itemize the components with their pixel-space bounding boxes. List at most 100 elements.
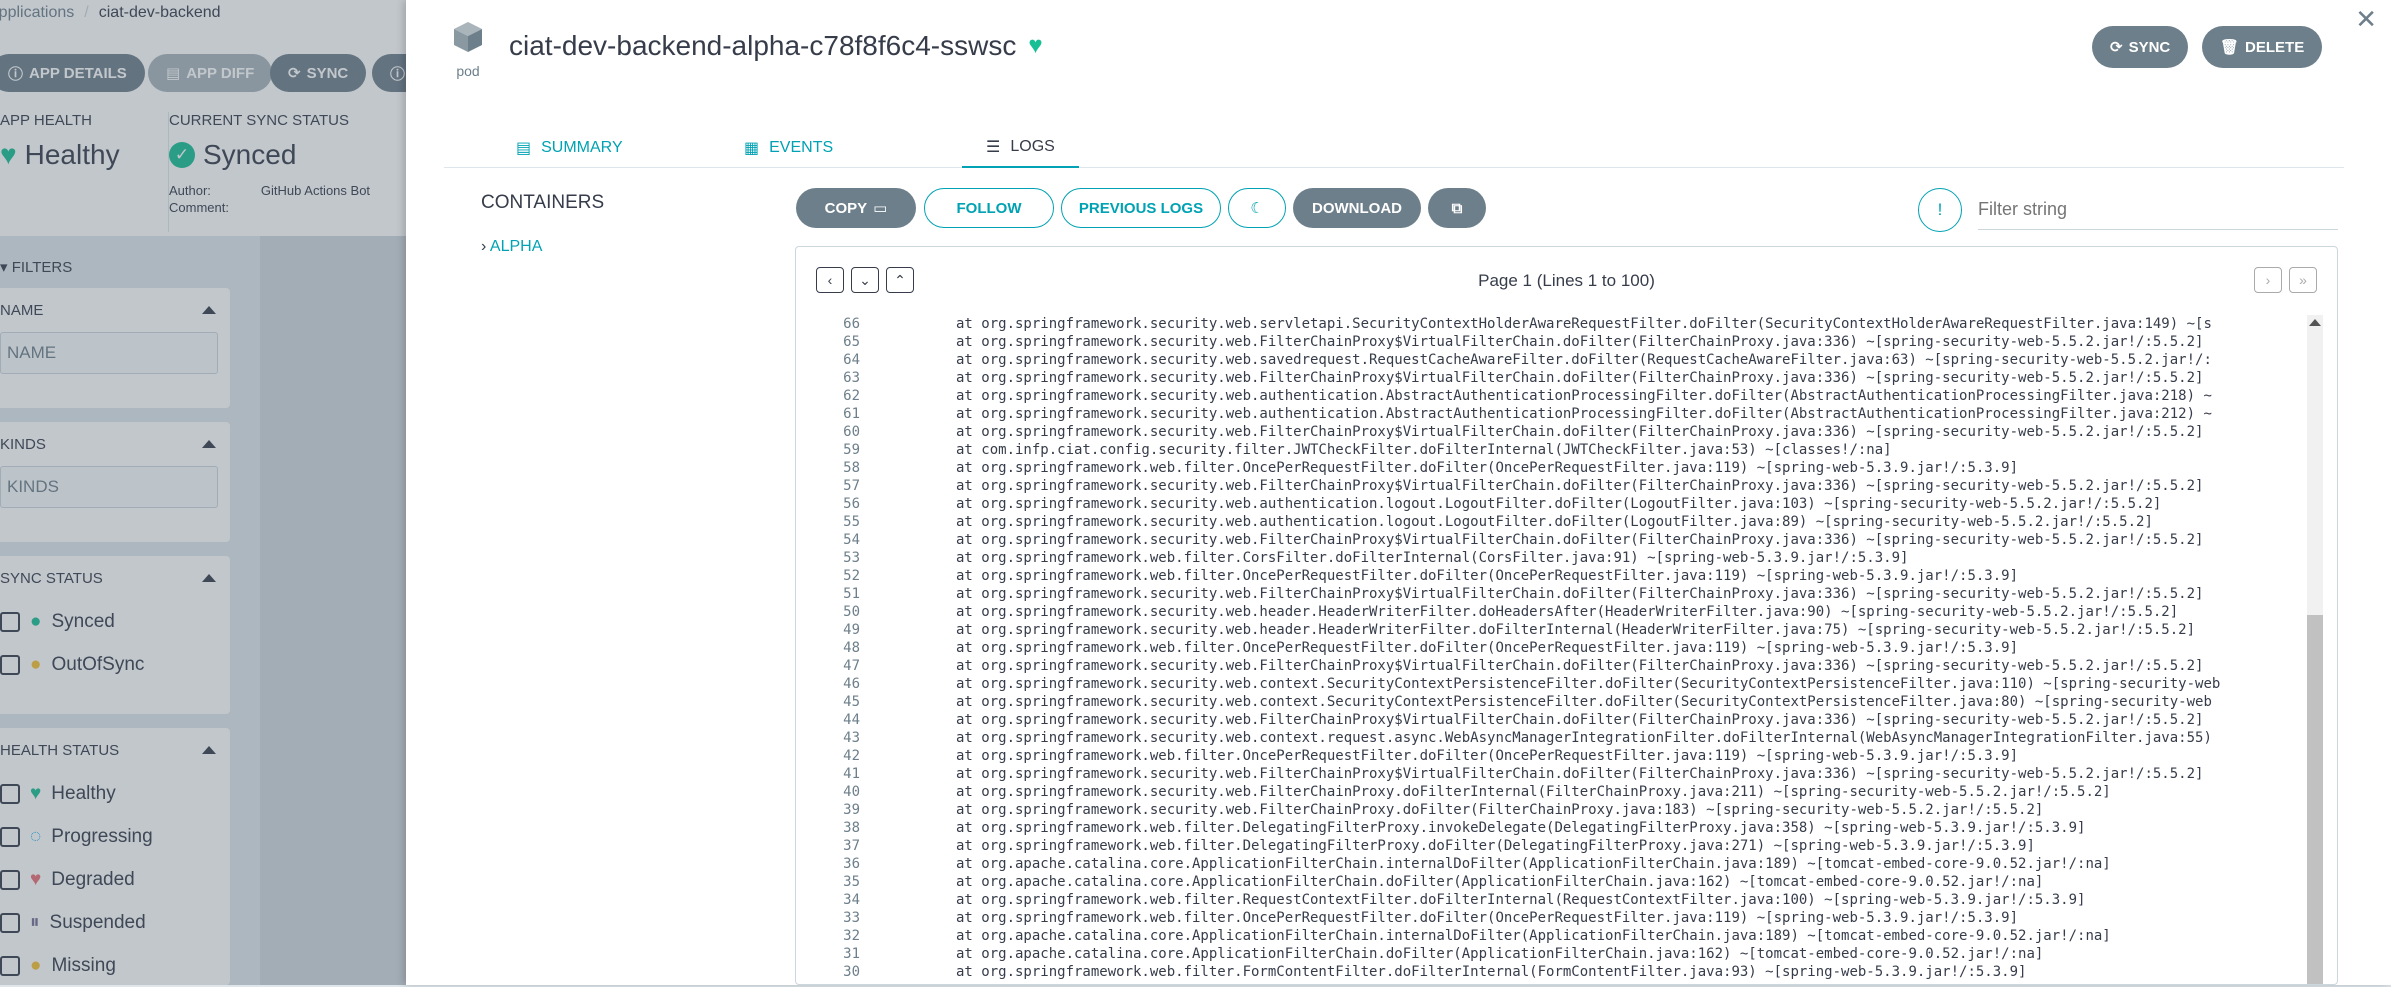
filter-string-input[interactable] <box>1978 190 2338 230</box>
resource-title-text: ciat-dev-backend-alpha-c78f8f6c4-sswsc <box>509 30 1017 61</box>
log-line: 39 at org.springframework.security.web.Fi… <box>796 801 2308 819</box>
log-line-number: 63 <box>843 370 860 386</box>
scroll-thumb[interactable] <box>2307 615 2323 984</box>
clipboard-icon: ▭ <box>873 200 888 217</box>
log-line-number: 52 <box>843 568 860 584</box>
download-label: DOWNLOAD <box>1312 199 1402 217</box>
follow-button[interactable]: FOLLOW <box>924 188 1054 228</box>
log-line-text: at org.apache.catalina.core.ApplicationF… <box>956 856 2111 872</box>
log-line: 46 at org.springframework.security.web.co… <box>796 675 2308 693</box>
cube-icon <box>454 22 482 52</box>
log-line-number: 54 <box>843 532 860 548</box>
lines-icon: ☰ <box>986 139 1001 156</box>
log-line-text: at org.springframework.security.web.Filt… <box>956 370 2204 386</box>
log-line-text: at org.springframework.security.web.serv… <box>956 316 2212 332</box>
close-icon[interactable]: ✕ <box>2355 4 2377 35</box>
tab-events[interactable]: ▦ EVENTS <box>744 128 833 168</box>
log-line-number: 43 <box>843 730 860 746</box>
log-line-text: at org.springframework.web.filter.OncePe… <box>956 910 2019 926</box>
tab-logs[interactable]: ☰ LOGS <box>962 128 1079 168</box>
log-line-text: at org.springframework.web.filter.Delega… <box>956 838 2035 854</box>
sync-icon: ⟳ <box>2110 39 2123 56</box>
log-line-number: 59 <box>843 442 860 458</box>
external-link-button[interactable]: ⧉ <box>1428 188 1486 228</box>
copy-label: COPY <box>824 199 868 217</box>
log-line: 50 at org.springframework.security.web.he… <box>796 603 2308 621</box>
log-line-number: 53 <box>843 550 860 566</box>
log-line-number: 61 <box>843 406 860 422</box>
log-line: 36 at org.apache.catalina.core.Applicatio… <box>796 855 2308 873</box>
log-line-text: at org.springframework.security.web.auth… <box>956 388 2212 404</box>
chevron-right-icon: › <box>481 238 487 255</box>
log-line: 47 at org.springframework.security.web.Fi… <box>796 657 2308 675</box>
download-button[interactable]: DOWNLOAD <box>1293 188 1421 228</box>
resource-kind: pod <box>456 63 480 79</box>
log-line-number: 44 <box>843 712 860 728</box>
log-line-text: at org.springframework.security.web.Filt… <box>956 334 2204 350</box>
follow-label: FOLLOW <box>956 199 1022 217</box>
log-line-text: at org.springframework.security.web.Filt… <box>956 424 2204 440</box>
log-line-number: 40 <box>843 784 860 800</box>
log-line-number: 30 <box>843 964 860 980</box>
log-line-number: 35 <box>843 874 860 890</box>
log-line-number: 66 <box>843 316 860 332</box>
page-info: Page 1 (Lines 1 to 100) <box>1478 271 1655 290</box>
tab-events-label: EVENTS <box>769 139 834 156</box>
log-line: 56 at org.springframework.security.web.au… <box>796 495 2308 513</box>
copy-button[interactable]: COPY ▭ <box>796 188 916 228</box>
resource-title: ciat-dev-backend-alpha-c78f8f6c4-sswsc ♥ <box>509 30 1043 62</box>
log-line-text: at org.springframework.security.web.Filt… <box>956 586 2204 602</box>
pod-icon: pod <box>448 20 488 79</box>
log-filter: ! <box>1918 188 2338 232</box>
log-line-text: at org.springframework.web.filter.OncePe… <box>956 748 2019 764</box>
log-line: 38 at org.springframework.web.filter.Dele… <box>796 819 2308 837</box>
log-line-text: at com.infp.ciat.config.security.filter.… <box>956 442 1892 458</box>
tab-logs-label: LOGS <box>1010 138 1055 155</box>
log-line-number: 51 <box>843 586 860 602</box>
dark-mode-button[interactable]: ☾ <box>1228 188 1286 228</box>
log-lines: 66 at org.springframework.security.web.se… <box>796 315 2308 984</box>
log-line-text: at org.springframework.security.web.cont… <box>956 694 2212 710</box>
log-line-number: 57 <box>843 478 860 494</box>
sync-button[interactable]: ⟳ SYNC <box>2092 26 2189 68</box>
log-line-text: at org.springframework.security.web.auth… <box>956 406 2212 422</box>
log-line-text: at org.springframework.security.web.head… <box>956 622 2196 638</box>
log-line: 54 at org.springframework.security.web.Fi… <box>796 531 2308 549</box>
tab-summary[interactable]: ▤ SUMMARY <box>516 128 623 168</box>
log-line: 40 at org.springframework.security.web.Fi… <box>796 783 2308 801</box>
log-line-text: at org.springframework.security.web.cont… <box>956 676 2221 692</box>
log-line-number: 60 <box>843 424 860 440</box>
container-item[interactable]: › ALPHA <box>481 238 542 256</box>
log-line-text: at org.springframework.security.web.Filt… <box>956 478 2204 494</box>
log-viewer: ‹ ⌄ ⌃ Page 1 (Lines 1 to 100) › » 66 at o… <box>795 246 2338 985</box>
next-page-icon[interactable]: › <box>2254 267 2282 293</box>
log-line: 51 at org.springframework.security.web.Fi… <box>796 585 2308 603</box>
log-line-number: 38 <box>843 820 860 836</box>
delete-button[interactable]: 🗑 DELETE <box>2202 26 2323 68</box>
modal-backdrop[interactable] <box>0 0 420 985</box>
containers-title: CONTAINERS <box>481 192 605 213</box>
log-line-number: 41 <box>843 766 860 782</box>
log-line-number: 58 <box>843 460 860 476</box>
exclamation-icon[interactable]: ! <box>1918 188 1962 232</box>
log-scrollbar[interactable] <box>2307 315 2323 984</box>
log-line-text: at org.springframework.web.filter.Reques… <box>956 892 2086 908</box>
log-line-text: at org.springframework.security.web.Filt… <box>956 532 2204 548</box>
log-line: 48 at org.springframework.web.filter.Once… <box>796 639 2308 657</box>
log-line: 65 at org.springframework.security.web.Fi… <box>796 333 2308 351</box>
log-line-text: at org.apache.catalina.core.ApplicationF… <box>956 874 2044 890</box>
log-line: 32 at org.apache.catalina.core.Applicatio… <box>796 927 2308 945</box>
log-line-text: at org.springframework.web.filter.OncePe… <box>956 640 2019 656</box>
log-line: 34 at org.springframework.web.filter.Requ… <box>796 891 2308 909</box>
log-line-text: at org.springframework.web.filter.CorsFi… <box>956 550 1909 566</box>
log-line-number: 34 <box>843 892 860 908</box>
previous-logs-label: PREVIOUS LOGS <box>1078 199 1204 217</box>
scroll-up-icon[interactable] <box>2309 319 2321 326</box>
log-line-number: 64 <box>843 352 860 368</box>
last-page-icon[interactable]: » <box>2289 267 2317 293</box>
log-line: 63 at org.springframework.security.web.Fi… <box>796 369 2308 387</box>
log-line: 33 at org.springframework.web.filter.Once… <box>796 909 2308 927</box>
log-line-number: 62 <box>843 388 860 404</box>
log-line-text: at org.springframework.web.filter.Delega… <box>956 820 2086 836</box>
previous-logs-button[interactable]: PREVIOUS LOGS <box>1061 188 1221 228</box>
